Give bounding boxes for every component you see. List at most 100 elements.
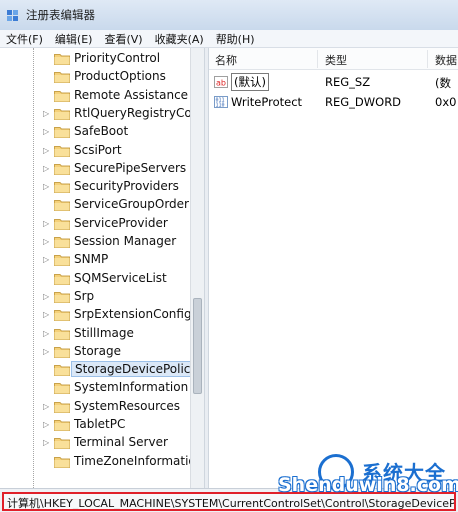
tree-item-label: StillImage: [74, 325, 134, 340]
tree-item-label: Terminal Server: [74, 435, 168, 450]
folder-icon: [54, 383, 70, 395]
tree-item-label: SQMServiceList: [74, 270, 167, 285]
folder-icon: [54, 108, 70, 120]
folder-icon: [54, 237, 70, 248]
menu-edit[interactable]: 编辑(E): [55, 31, 93, 47]
folder-icon: [54, 291, 70, 303]
svg-text:ab: ab: [216, 79, 226, 88]
tree-item[interactable]: TimeZoneInformation: [0, 453, 203, 471]
tree-item[interactable]: ▷ SecurityProviders: [0, 178, 190, 196]
tree-item-label: SystemResources: [74, 398, 181, 413]
menu-favorites[interactable]: 收藏夹(A): [155, 31, 204, 47]
expand-arrow-icon[interactable]: ▷: [43, 292, 53, 302]
tree-item[interactable]: StorageDevicePolicies: [0, 361, 204, 379]
folder-icon: [54, 182, 70, 194]
tree-item-label: Remote Assistance: [74, 87, 189, 102]
expand-arrow-icon[interactable]: ▷: [43, 237, 53, 247]
list-header: 名称 类型 数据: [209, 48, 458, 70]
tree-item[interactable]: ▷ Terminal Server: [0, 434, 190, 452]
column-separator[interactable]: [317, 50, 318, 68]
column-data-header[interactable]: 数据: [435, 52, 457, 68]
list-row[interactable]: ab (默认) REG_SZ (数: [209, 72, 458, 92]
svg-text:110: 110: [216, 103, 225, 109]
registry-editor-icon: [7, 10, 18, 21]
tree-item[interactable]: ▷ TabletPC: [0, 416, 190, 434]
expand-arrow-icon[interactable]: ▷: [43, 164, 53, 174]
tree-item[interactable]: ▷ SrpExtensionConfig: [0, 306, 192, 324]
tree-item[interactable]: ▷ ServiceProvider: [0, 215, 190, 233]
expand-arrow-icon[interactable]: ▷: [43, 438, 53, 448]
expand-arrow-icon[interactable]: ▷: [43, 109, 53, 119]
folder-icon: [54, 310, 70, 322]
tree-item-label: RtlQueryRegistryConf: [74, 105, 204, 120]
tree-item[interactable]: ▷ ScsiPort: [0, 142, 190, 160]
column-name-header[interactable]: 名称: [215, 52, 237, 68]
list-row[interactable]: 011 110 WriteProtect REG_DWORD 0x0: [209, 92, 458, 112]
tree-item[interactable]: ▷ StillImage: [0, 325, 190, 343]
value-name: (默认): [231, 73, 269, 91]
value-data: 0x0: [435, 95, 457, 109]
tree-item-label: Storage: [74, 343, 121, 358]
tree-item[interactable]: ▷ SystemResources: [0, 398, 190, 416]
string-value-icon: ab: [214, 76, 228, 88]
expand-arrow-icon[interactable]: ▷: [43, 127, 53, 137]
folder-icon: [54, 90, 70, 102]
tree-item-label: StorageDevicePolicies: [71, 361, 204, 378]
value-name: WriteProtect: [231, 95, 303, 109]
tree-item[interactable]: ▷ Storage: [0, 343, 190, 361]
menu-view[interactable]: 查看(V): [104, 31, 142, 47]
tree-item-label: SecurityProviders: [74, 179, 179, 194]
folder-icon: [54, 218, 70, 230]
expand-arrow-icon[interactable]: ▷: [43, 219, 53, 229]
tree-item[interactable]: ProductOptions: [0, 68, 190, 86]
folder-icon: [54, 438, 70, 450]
tree-item[interactable]: PriorityControl: [0, 50, 190, 68]
folder-icon: [54, 145, 70, 157]
menu-file[interactable]: 文件(F): [6, 31, 43, 47]
value-type: REG_SZ: [325, 75, 371, 89]
expand-arrow-icon[interactable]: ▷: [43, 146, 53, 156]
tree-item-label: SNMP: [74, 252, 109, 267]
watermark-logo: 系统大全 Shenduwin8.com: [270, 452, 458, 508]
folder-icon: [54, 163, 70, 175]
tree-scrollbar-thumb[interactable]: [193, 298, 202, 394]
folder-icon: [54, 255, 70, 267]
tree-scrollbar[interactable]: [190, 48, 204, 488]
registry-tree[interactable]: PriorityControl ProductOptions Remote Assi…: [0, 48, 204, 488]
folder-icon: [54, 420, 70, 431]
folder-icon: [54, 401, 70, 413]
tree-item-label: SecurePipeServers: [74, 160, 187, 175]
folder-icon: [54, 346, 70, 358]
folder-icon: [54, 328, 70, 340]
tree-item-label: Srp: [74, 288, 95, 303]
expand-arrow-icon[interactable]: ▷: [43, 182, 53, 192]
expand-arrow-icon[interactable]: ▷: [43, 255, 53, 265]
folder-icon: [54, 54, 70, 65]
expand-arrow-icon[interactable]: ▷: [43, 420, 53, 430]
watermark-en-text: Shenduwin8.com: [278, 474, 458, 496]
tree-item[interactable]: ▷ Session Manager: [0, 233, 190, 251]
tree-item[interactable]: ▷ SNMP: [0, 251, 190, 269]
expand-arrow-icon[interactable]: ▷: [43, 402, 53, 412]
tree-item-label: PriorityControl: [74, 51, 161, 65]
tree-item[interactable]: ServiceGroupOrder: [0, 196, 190, 214]
tree-item[interactable]: ▷ SafeBoot: [0, 123, 190, 141]
tree-item-label: SafeBoot: [74, 124, 129, 139]
tree-item[interactable]: Remote Assistance: [0, 87, 190, 105]
values-list[interactable]: 名称 类型 数据 ab (默认) REG_SZ (数 011 110 Write…: [209, 48, 458, 488]
tree-item[interactable]: SystemInformation: [0, 379, 190, 397]
menu-help[interactable]: 帮助(H): [216, 31, 255, 47]
column-separator[interactable]: [427, 50, 428, 68]
tree-item[interactable]: ▷ RtlQueryRegistryConf: [0, 105, 204, 123]
tree-item-label: ProductOptions: [74, 69, 166, 84]
expand-arrow-icon[interactable]: ▷: [43, 347, 53, 357]
column-type-header[interactable]: 类型: [325, 52, 347, 68]
tree-item[interactable]: SQMServiceList: [0, 270, 190, 288]
tree-item-label: TimeZoneInformation: [74, 453, 204, 468]
tree-item[interactable]: ▷ SecurePipeServers: [0, 160, 190, 178]
value-type: REG_DWORD: [325, 95, 402, 109]
tree-item[interactable]: ▷ Srp: [0, 288, 190, 306]
expand-arrow-icon[interactable]: ▷: [43, 310, 53, 320]
folder-icon: [54, 456, 70, 468]
expand-arrow-icon[interactable]: ▷: [43, 329, 53, 339]
